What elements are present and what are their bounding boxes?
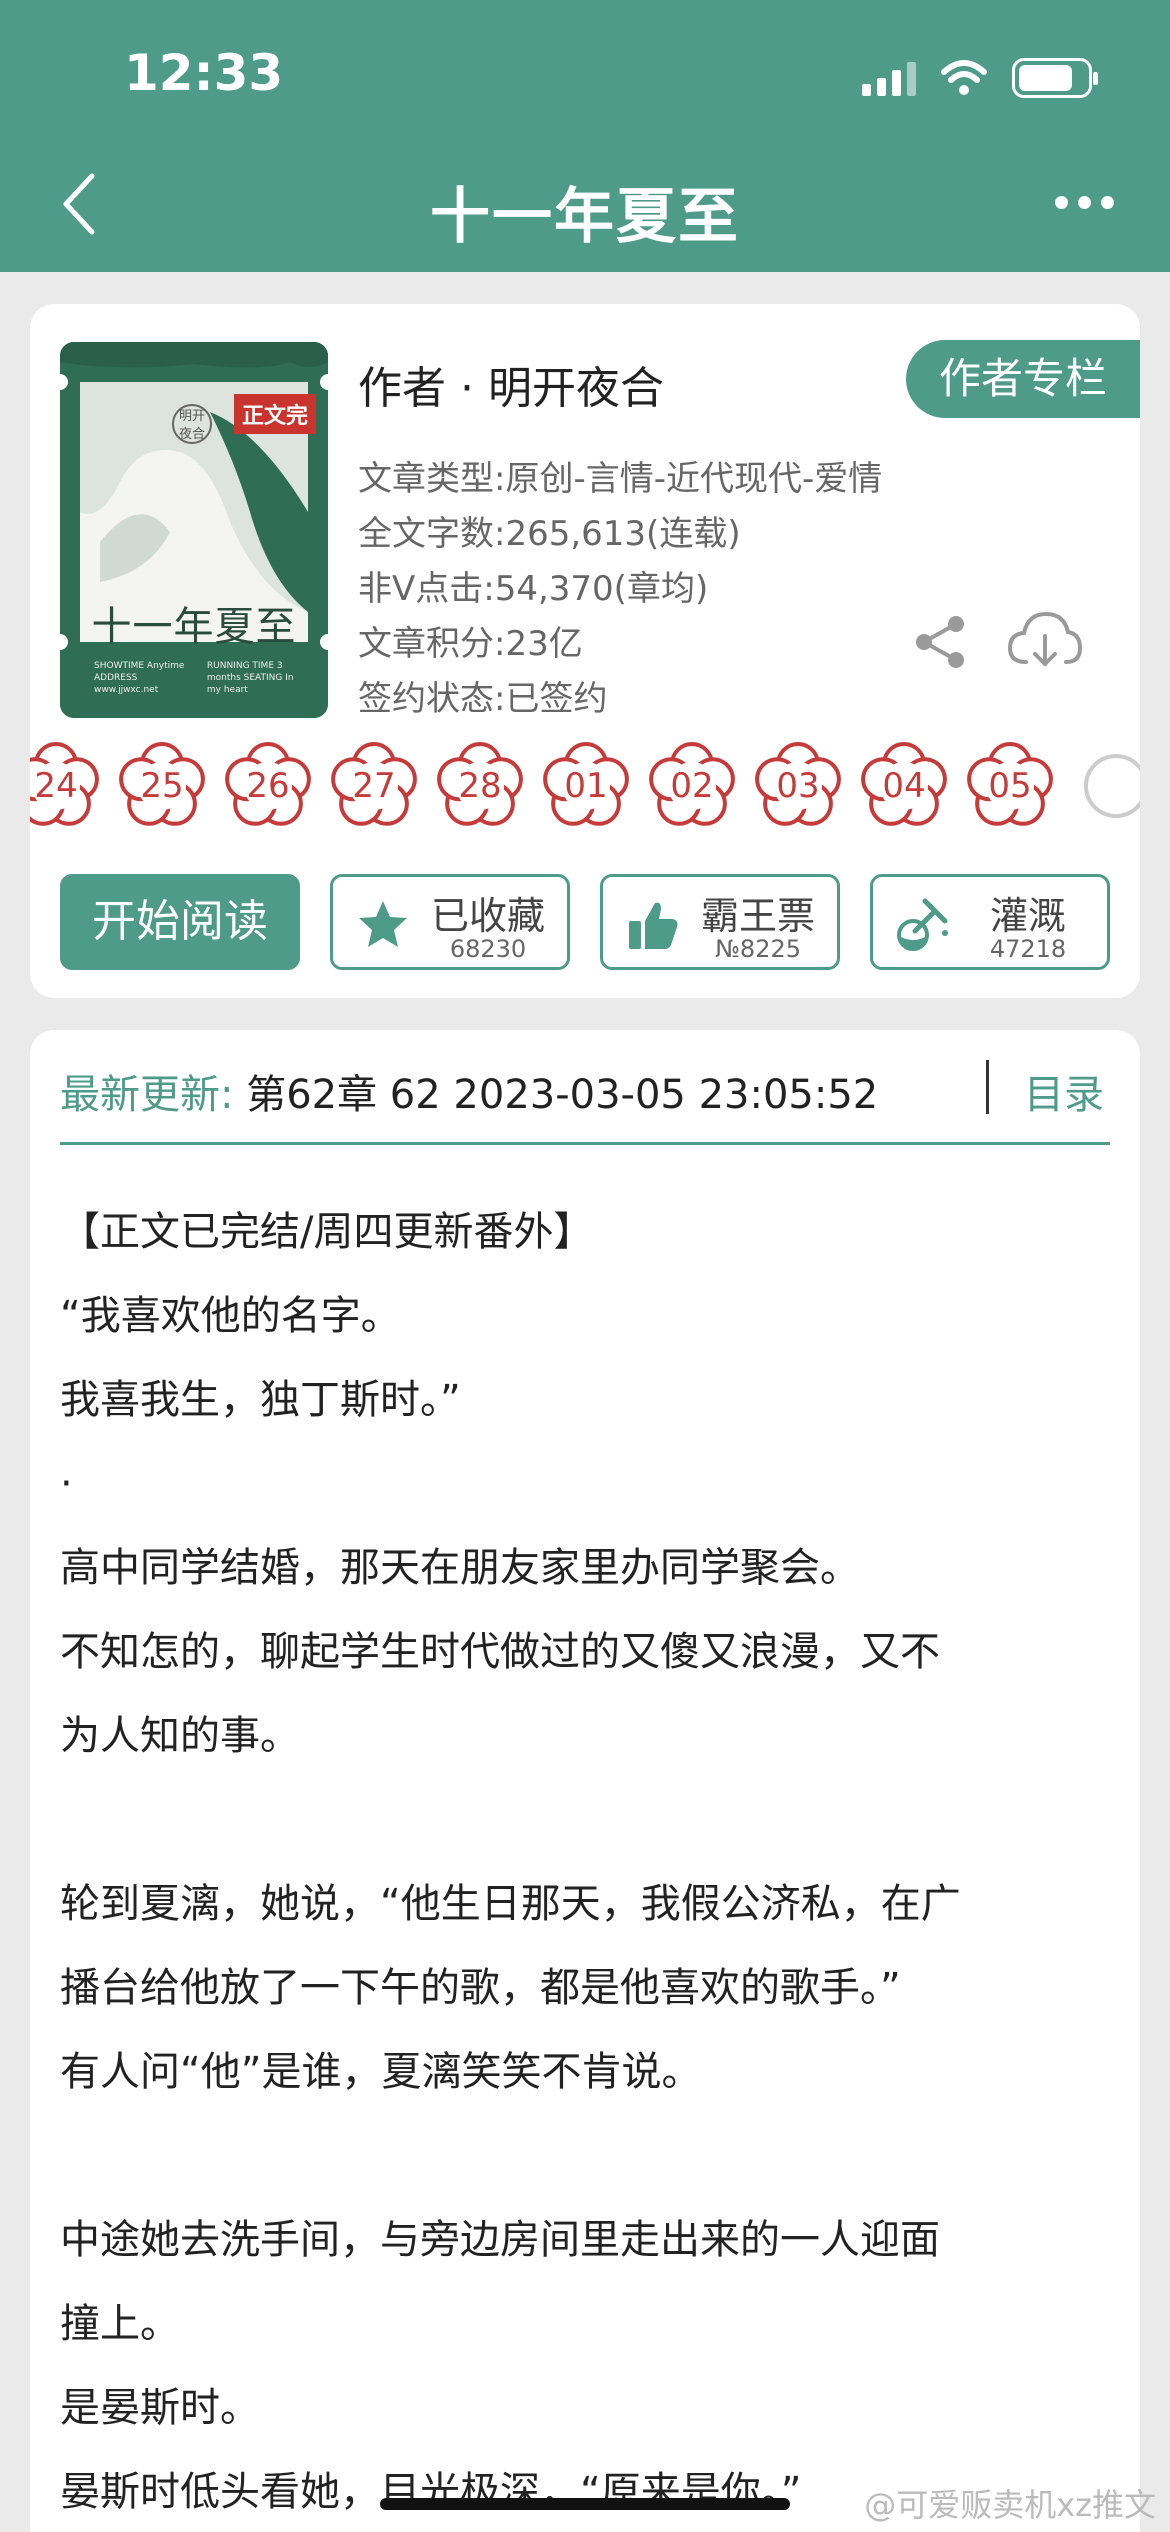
latest-update[interactable]: 最新更新: 第62章 62 2023-03-05 23:05:52 [60, 1062, 878, 1120]
flower-badge: 27 [328, 740, 420, 832]
cover-meta: SHOWTIME Anytime ADDRESS www.jjwxc.net R… [94, 660, 308, 696]
flower-number: 05 [988, 766, 1032, 806]
synopsis-line [60, 1778, 1110, 1862]
home-indicator[interactable] [380, 2498, 790, 2510]
reward-flowers: 24 25 26 27 28 01 02 03 04 05 [30, 740, 1140, 832]
flask-icon [897, 898, 948, 951]
flower-badge: 02 [646, 740, 738, 832]
divider [60, 1142, 1110, 1145]
synopsis-line: · [60, 1461, 73, 1507]
favorite-label: 已收藏 [430, 894, 545, 938]
flower-number: 03 [776, 766, 820, 806]
irrigate-count: 47218 [989, 935, 1067, 963]
synopsis-line: 我喜我生，独丁斯时。” [60, 1377, 461, 1423]
flower-badge: 24 [30, 740, 102, 832]
synopsis-line: “我喜欢他的名字。 [60, 1293, 401, 1339]
status-time: 12:33 [124, 44, 284, 102]
synopsis-line: 播台给他放了一下午的歌，都是他喜欢的歌手。” [60, 1965, 901, 2011]
cover-badge: 正文完 [233, 394, 316, 434]
synopsis-line: 【正文已完结/周四更新番外】 [60, 1209, 594, 1255]
cloud-download-icon[interactable] [1006, 608, 1084, 674]
toc-divider [986, 1060, 989, 1114]
start-reading-button[interactable]: 开始阅读 [60, 874, 300, 970]
watermark: @可爱贩卖机xz推文 [864, 2486, 1156, 2524]
toc-link[interactable]: 目录 [1024, 1062, 1104, 1120]
signal-icon [862, 60, 916, 96]
author-name[interactable]: 作者 · 明开夜合 [358, 352, 664, 416]
author-column-button[interactable]: 作者专栏 [906, 340, 1140, 418]
meta-word-count: 全文字数:265,613(连载) [358, 514, 741, 554]
synopsis: 【正文已完结/周四更新番外】 “我喜欢他的名字。我喜我生，独丁斯时。” · 高中同学结… [60, 1190, 1110, 2532]
cover-seal: 明开夜合 [172, 404, 212, 444]
flower-number: 27 [352, 766, 396, 806]
irrigate-label: 灌溉 [989, 894, 1066, 938]
vote-button[interactable]: 霸王票 №8225 [600, 874, 840, 970]
vote-label: 霸王票 [700, 894, 815, 938]
flower-badge: 01 [540, 740, 632, 832]
cover-meta-right: RUNNING TIME 3 months SEATING In my hear… [206, 661, 294, 695]
synopsis-line: 轮到夏漓，她说，“他生日那天，我假公济私，在广 [60, 1881, 961, 1927]
book-info-card: 明开夜合 正文完 十一年夏至 SHOWTIME Anytime ADDRESS … [30, 304, 1140, 998]
book-content-card: 最新更新: 第62章 62 2023-03-05 23:05:52 目录 【正文… [30, 1030, 1140, 2532]
flower-badge: 28 [434, 740, 526, 832]
flower-badge: 25 [116, 740, 208, 832]
flower-number: 04 [882, 766, 926, 806]
latest-update-label: 最新更新: [60, 1072, 234, 1118]
latest-update-value: 第62章 62 2023-03-05 23:05:52 [233, 1072, 879, 1118]
synopsis-line: 撞上。 [60, 2301, 180, 2347]
meta-type: 文章类型:原创-言情-近代现代-爱情 [358, 459, 883, 499]
flower-number: 01 [564, 766, 608, 806]
favorite-button[interactable]: 已收藏 68230 [330, 874, 570, 970]
synopsis-line: 高中同学结婚，那天在朋友家里办同学聚会。 [60, 1545, 860, 1591]
flower-number: 28 [458, 766, 502, 806]
app-header: 12:33 十一年夏至 [0, 0, 1170, 272]
more-icon[interactable] [1055, 196, 1114, 209]
flower-number: 25 [140, 766, 184, 806]
page-title: 十一年夏至 [430, 182, 740, 252]
cover-meta-left: SHOWTIME Anytime ADDRESS www.jjwxc.net [94, 661, 185, 695]
synopsis-line: 为人知的事。 [60, 1713, 300, 1759]
wifi-icon [941, 60, 987, 95]
share-icon[interactable] [910, 612, 970, 672]
synopsis-line: 有人问“他”是谁，夏漓笑笑不肯说。 [60, 2049, 702, 2095]
book-meta-list: 文章类型:原创-言情-近代现代-爱情 全文字数:265,613(连载) 非V点击… [358, 452, 882, 727]
synopsis-line: 是晏斯时。 [60, 2385, 260, 2431]
status-icons [862, 56, 1098, 100]
synopsis-line: 不知怎的，聊起学生时代做过的又傻又浪漫，又不 [60, 1629, 940, 1675]
favorite-count: 68230 [449, 935, 527, 963]
flower-number: 02 [670, 766, 714, 806]
thumbs-up-icon [629, 902, 678, 949]
synopsis-line [60, 2114, 1110, 2198]
star-icon [359, 901, 407, 947]
vote-count: №8225 [714, 935, 802, 963]
battery-icon [1012, 58, 1098, 98]
meta-contract: 签约状态:已签约 [358, 679, 608, 719]
irrigate-button[interactable]: 灌溉 47218 [870, 874, 1110, 970]
flower-badge: 03 [752, 740, 844, 832]
cover-title: 十一年夏至 [91, 604, 297, 650]
flower-badge: 26 [222, 740, 314, 832]
book-cover[interactable]: 明开夜合 正文完 十一年夏至 SHOWTIME Anytime ADDRESS … [60, 342, 328, 718]
meta-clicks: 非V点击:54,370(章均) [358, 569, 709, 609]
flower-badge-more [1070, 740, 1140, 832]
synopsis-line: 中途她去洗手间，与旁边房间里走出来的一人迎面 [60, 2217, 940, 2263]
flower-badge: 04 [858, 740, 950, 832]
flower-number: 26 [246, 766, 290, 806]
meta-score: 文章积分:23亿 [358, 624, 583, 664]
flower-number: 24 [34, 766, 78, 806]
flower-badge: 05 [964, 740, 1056, 832]
